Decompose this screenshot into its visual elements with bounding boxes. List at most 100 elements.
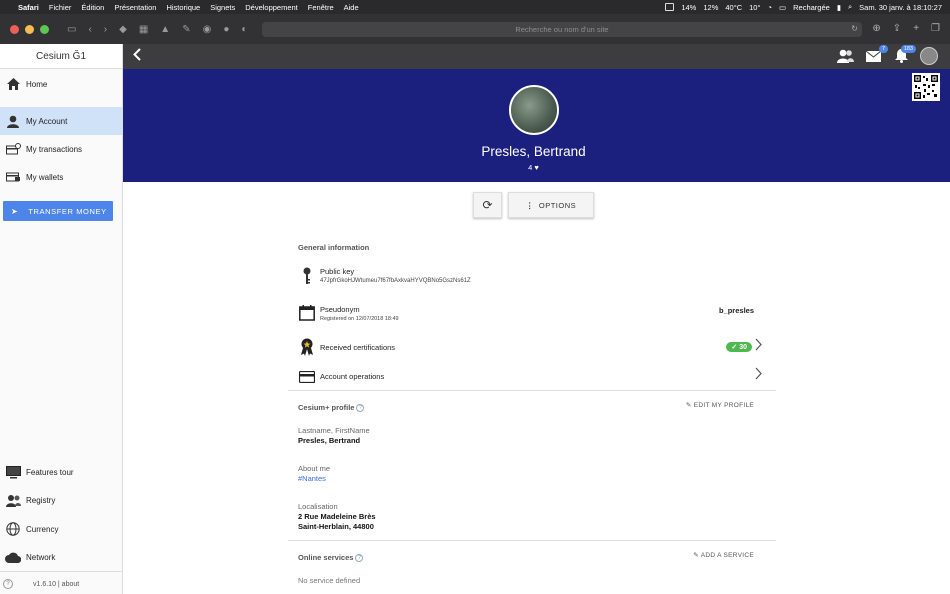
sidebar-item-my-account[interactable]: My Account bbox=[0, 107, 122, 135]
sidebar-item-label: Features tour bbox=[26, 467, 74, 477]
cesium-profile-title: Cesium+ profile bbox=[298, 403, 355, 412]
about-field-label: About me bbox=[298, 464, 331, 473]
sidebar-item-label: My transactions bbox=[26, 144, 83, 154]
menu-fenetre[interactable]: Fenêtre bbox=[308, 3, 334, 12]
sidebar-item-features-tour[interactable]: Features tour bbox=[0, 458, 122, 486]
address-bar[interactable]: Recherche ou nom d'un site ↻ bbox=[262, 22, 862, 37]
cloud-icon bbox=[5, 550, 21, 564]
menu-presentation[interactable]: Présentation bbox=[114, 3, 156, 12]
browser-toolbar: ▭ ‹ › ◆ ▦ ▲ ✎ ◉ ● ◐ Recherche ou nom d'u… bbox=[0, 14, 950, 44]
more-vertical-icon: ⋮ bbox=[525, 200, 534, 210]
online-services-title: Online services bbox=[298, 553, 354, 562]
extension-icon[interactable]: ▦ bbox=[139, 24, 148, 35]
sidebar-item-my-transactions[interactable]: My transactions bbox=[0, 135, 122, 163]
menu-developpement[interactable]: Développement bbox=[245, 3, 298, 12]
close-window-button[interactable] bbox=[10, 24, 19, 34]
user-avatar-button[interactable] bbox=[920, 47, 938, 65]
download-icon[interactable]: ⊕ bbox=[872, 23, 880, 34]
window-controls bbox=[10, 24, 49, 34]
warning-icon[interactable]: ▲ bbox=[160, 24, 170, 35]
version-label[interactable]: v1.6.10 | about bbox=[33, 581, 79, 588]
sidebar-item-label: Currency bbox=[26, 524, 59, 534]
menu-fichier[interactable]: Fichier bbox=[49, 3, 72, 12]
pencil-icon: ✎ bbox=[685, 402, 692, 409]
location-field-label: Localisation bbox=[298, 502, 338, 511]
qr-code[interactable] bbox=[912, 73, 940, 101]
edit-profile-button[interactable]: ✎ EDIT MY PROFILE bbox=[686, 401, 754, 409]
pencil-icon: ✎ bbox=[693, 552, 699, 559]
home-icon bbox=[5, 77, 21, 91]
sidebar-toggle-icon[interactable]: ▭ bbox=[67, 24, 76, 35]
weather[interactable]: 10° bbox=[749, 3, 760, 12]
tools-icon[interactable]: ✎ bbox=[182, 24, 190, 35]
macos-menu-bar: Safari Fichier Édition Présentation Hist… bbox=[0, 0, 950, 14]
sidebar-item-registry[interactable]: Registry bbox=[0, 486, 122, 514]
pseudonym-value: b_presles bbox=[718, 306, 754, 315]
menu-edition[interactable]: Édition bbox=[81, 3, 104, 12]
datetime[interactable]: Sam. 30 janv. à 18:10:27 bbox=[859, 3, 942, 12]
about-field-value[interactable]: #Nantes bbox=[298, 474, 326, 483]
temperature[interactable]: 40°C bbox=[725, 3, 742, 12]
cpu-usage-2[interactable]: 12% bbox=[703, 3, 718, 12]
sidebar-item-my-wallets[interactable]: My wallets bbox=[0, 163, 122, 191]
certifications-badge: ✓ 30 bbox=[726, 342, 752, 352]
credit-card-icon bbox=[298, 368, 316, 386]
shield-icon[interactable]: ◐ bbox=[241, 24, 247, 35]
account-operations-row[interactable]: Account operations bbox=[288, 365, 776, 389]
refresh-button[interactable]: ⟳ bbox=[473, 192, 502, 218]
likes-count: 4 bbox=[528, 163, 533, 172]
sidebar-item-currency[interactable]: Currency bbox=[0, 515, 122, 543]
paper-plane-icon: ➤ bbox=[11, 206, 19, 216]
menu-historique[interactable]: Historique bbox=[166, 3, 200, 12]
new-tab-icon[interactable]: + bbox=[913, 23, 919, 34]
back-arrow-icon[interactable]: ‹ bbox=[88, 24, 91, 35]
back-icon[interactable] bbox=[133, 48, 141, 64]
section-title: Cesium+ profile? bbox=[298, 403, 365, 412]
menu-safari[interactable]: Safari bbox=[18, 3, 39, 12]
menu-signets[interactable]: Signets bbox=[210, 3, 235, 12]
card-clock-icon bbox=[5, 142, 21, 156]
contacts-icon[interactable] bbox=[836, 48, 854, 64]
messages-badge: 7 bbox=[878, 45, 888, 53]
profile-name: Presles, Bertrand bbox=[481, 144, 586, 159]
sidebar-item-home[interactable]: Home bbox=[0, 70, 122, 98]
section-divider bbox=[288, 540, 776, 541]
app-version[interactable]: ? v1.6.10 | about bbox=[0, 576, 122, 592]
extension-icon[interactable]: ● bbox=[223, 24, 229, 35]
transfer-money-button[interactable]: ➤ TRANSFER MONEY bbox=[3, 201, 113, 221]
sidebar-item-label: Home bbox=[26, 79, 48, 89]
certifications-count: 30 bbox=[739, 344, 747, 351]
extension-icon[interactable]: ◉ bbox=[203, 24, 212, 35]
minimize-window-button[interactable] bbox=[25, 24, 34, 34]
notifications-icon[interactable]: 183 bbox=[892, 45, 916, 64]
reload-icon[interactable]: ↻ bbox=[851, 24, 858, 33]
profile-likes[interactable]: 4 ♥ bbox=[123, 163, 944, 172]
help-icon[interactable]: ? bbox=[356, 404, 365, 412]
search-icon[interactable]: ⌕ bbox=[848, 2, 852, 12]
pseudonym-label: Pseudonym bbox=[320, 305, 360, 314]
transfer-money-label: TRANSFER MONEY bbox=[28, 206, 107, 216]
section-title: Online services? bbox=[298, 553, 364, 562]
app-header: 7 183 bbox=[123, 44, 950, 69]
maximize-window-button[interactable] bbox=[40, 24, 49, 34]
extension-icon[interactable]: ◆ bbox=[119, 24, 127, 35]
help-icon[interactable]: ? bbox=[355, 554, 364, 562]
tabs-overview-icon[interactable]: ❐ bbox=[931, 23, 940, 34]
add-service-button[interactable]: ✎ ADD A SERVICE bbox=[693, 551, 754, 559]
battery-status[interactable]: Rechargée bbox=[793, 3, 830, 12]
received-certifications-row[interactable]: Received certifications ✓ 30 bbox=[288, 336, 776, 360]
help-icon[interactable]: ? bbox=[3, 579, 13, 589]
people-icon bbox=[5, 493, 21, 507]
menu-aide[interactable]: Aide bbox=[344, 3, 359, 12]
sidebar-item-network[interactable]: Network bbox=[0, 543, 122, 571]
flag-icon[interactable]: ▮ bbox=[837, 3, 841, 12]
options-button[interactable]: ⋮ OPTIONS bbox=[508, 192, 594, 218]
status-icon[interactable] bbox=[665, 3, 675, 11]
forward-arrow-icon[interactable]: › bbox=[104, 24, 107, 35]
cpu-usage-1[interactable]: 14% bbox=[681, 3, 696, 12]
battery-icon[interactable]: ▭ bbox=[779, 3, 786, 12]
wifi-icon[interactable]: ◔ bbox=[767, 3, 772, 12]
share-icon[interactable]: ⇪ bbox=[893, 23, 901, 34]
messages-icon[interactable]: 7 bbox=[864, 45, 888, 64]
public-key-row[interactable]: Public key 47JpfrGkoHJWtumeu7f67fbAxkvaH… bbox=[288, 262, 776, 290]
